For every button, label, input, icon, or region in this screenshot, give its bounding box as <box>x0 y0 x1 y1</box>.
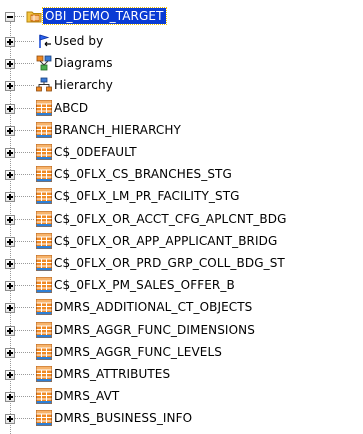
tree-node-label[interactable]: DMRS_AVT <box>52 388 121 404</box>
database-folder-icon <box>26 8 42 24</box>
expand-toggle[interactable] <box>5 392 15 402</box>
expand-toggle[interactable] <box>5 370 15 380</box>
tree-connector-line <box>15 108 34 109</box>
root-collapse-toggle[interactable] <box>5 12 15 22</box>
tree-node-label[interactable]: ABCD <box>52 100 90 116</box>
expand-toggle[interactable] <box>5 348 15 358</box>
object-tree: OBI_DEMO_TARGET Used by Diagrams Hierarchy… <box>0 0 363 434</box>
tree-connector-line <box>15 352 34 353</box>
diagrams-icon <box>36 55 52 71</box>
expand-toggle[interactable] <box>5 104 15 114</box>
table-icon <box>36 166 52 182</box>
table-icon <box>36 211 52 227</box>
tree-connector-line <box>15 241 34 242</box>
tree-node-label[interactable]: Diagrams <box>52 55 115 71</box>
tree-connector-line <box>15 396 34 397</box>
expand-toggle[interactable] <box>5 81 15 91</box>
expand-toggle[interactable] <box>5 59 15 69</box>
table-icon <box>36 255 52 271</box>
tree-connector-line <box>15 196 34 197</box>
tree-connector-line <box>15 152 34 153</box>
tree-connector-line <box>15 418 34 419</box>
tree-node-label[interactable]: DMRS_AGGR_FUNC_DIMENSIONS <box>52 322 257 338</box>
expand-toggle[interactable] <box>5 237 15 247</box>
tree-connector-line <box>15 285 34 286</box>
table-icon <box>36 299 52 315</box>
tree-node-label[interactable]: C$_0FLX_CS_BRANCHES_STG <box>52 166 234 182</box>
tree-connector-line <box>15 130 34 131</box>
tree-node-label[interactable]: C$_0FLX_LM_PR_FACILITY_STG <box>52 188 242 204</box>
tree-node-label[interactable]: Hierarchy <box>52 77 115 93</box>
tree-node-label[interactable]: DMRS_AGGR_FUNC_LEVELS <box>52 344 224 360</box>
tree-node-label[interactable]: C$_0FLX_PM_SALES_OFFER_B <box>52 277 237 293</box>
expand-toggle[interactable] <box>5 414 15 424</box>
expand-toggle[interactable] <box>5 148 15 158</box>
table-icon <box>36 322 52 338</box>
expand-toggle[interactable] <box>5 37 15 47</box>
table-icon <box>36 144 52 160</box>
tree-node-label[interactable]: Used by <box>52 33 105 49</box>
table-icon <box>36 188 52 204</box>
tree-node-label[interactable]: C$_0FLX_OR_APP_APPLICANT_BRIDG <box>52 233 279 249</box>
tree-node-label[interactable]: DMRS_BUSINESS_INFO <box>52 410 194 426</box>
table-icon <box>36 344 52 360</box>
root-guide-line <box>15 16 24 17</box>
table-icon <box>36 388 52 404</box>
hierarchy-icon <box>36 77 52 93</box>
tree-connector-line <box>15 63 34 64</box>
expand-toggle[interactable] <box>5 126 15 136</box>
expand-toggle[interactable] <box>5 326 15 336</box>
tree-connector-line <box>15 307 34 308</box>
table-icon <box>36 122 52 138</box>
tree-node-label[interactable]: C$_0FLX_OR_ACCT_CFG_APLCNT_BDG <box>52 211 289 227</box>
tree-connector-line <box>15 219 34 220</box>
used-by-icon <box>36 33 52 49</box>
tree-node-label[interactable]: DMRS_ADDITIONAL_CT_OBJECTS <box>52 299 254 315</box>
expand-toggle[interactable] <box>5 170 15 180</box>
table-icon <box>36 100 52 116</box>
tree-node-label[interactable]: C$_0DEFAULT <box>52 144 139 160</box>
tree-connector-line <box>15 174 34 175</box>
tree-node-label[interactable]: BRANCH_HIERARCHY <box>52 122 183 138</box>
table-icon <box>36 366 52 382</box>
expand-toggle[interactable] <box>5 192 15 202</box>
table-icon <box>36 410 52 426</box>
tree-connector-line <box>15 374 34 375</box>
expand-toggle[interactable] <box>5 259 15 269</box>
tree-connector-line <box>15 85 34 86</box>
root-node-label[interactable]: OBI_DEMO_TARGET <box>42 7 167 25</box>
expand-toggle[interactable] <box>5 215 15 225</box>
tree-connector-line <box>15 41 34 42</box>
table-icon <box>36 277 52 293</box>
tree-node-label[interactable]: C$_0FLX_OR_PRD_GRP_COLL_BDG_ST <box>52 255 287 271</box>
expand-toggle[interactable] <box>5 303 15 313</box>
tree-connector-line <box>15 330 34 331</box>
tree-connector-line <box>15 263 34 264</box>
expand-toggle[interactable] <box>5 281 15 291</box>
tree-node-label[interactable]: DMRS_ATTRIBUTES <box>52 366 172 382</box>
table-icon <box>36 233 52 249</box>
